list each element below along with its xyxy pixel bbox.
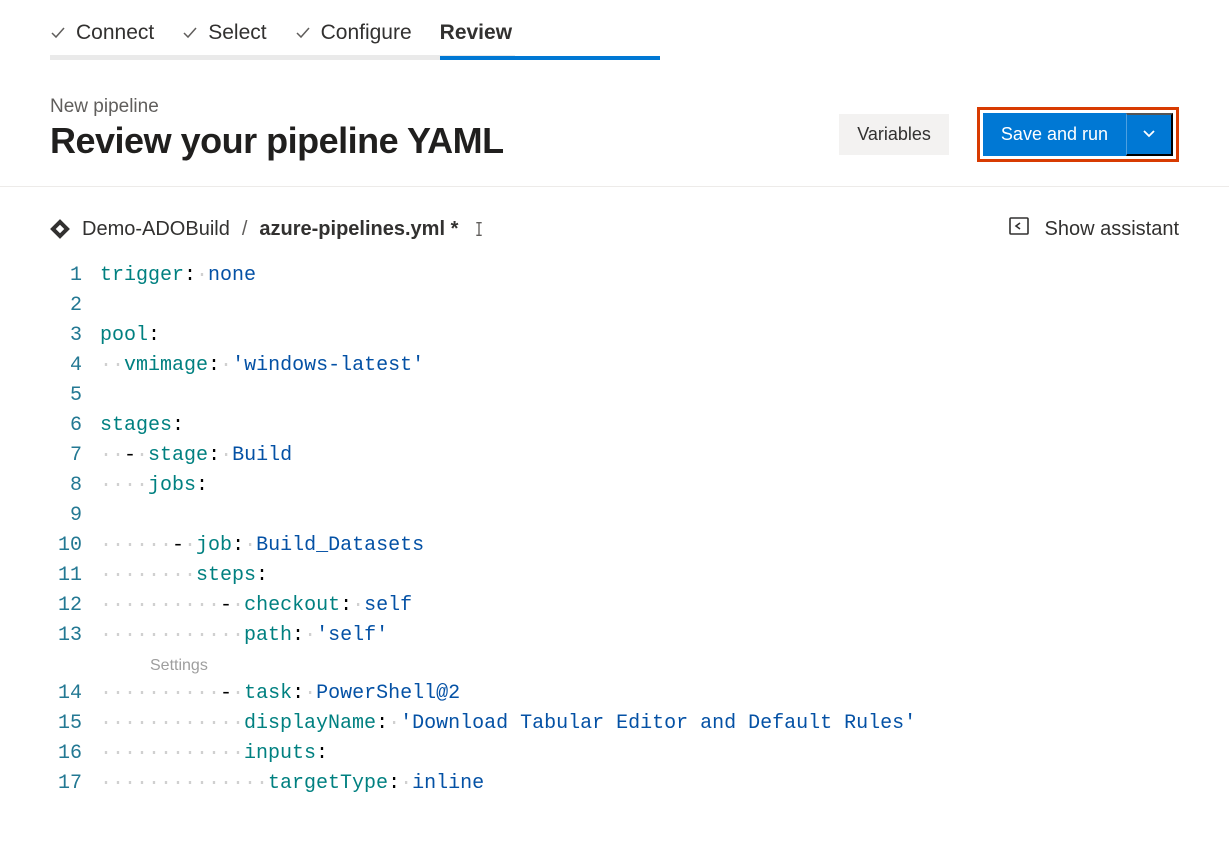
line-number: 8 (50, 471, 100, 501)
code-content[interactable]: ··········-·task:·PowerShell@2 (100, 679, 460, 709)
breadcrumb-separator: / (242, 218, 248, 241)
line-number: 1 (50, 261, 100, 291)
step-configure[interactable]: Configure (295, 0, 412, 60)
show-assistant-label: Show assistant (1044, 218, 1179, 241)
code-content[interactable]: ··········-·checkout:·self (100, 591, 412, 621)
line-number: 14 (50, 679, 100, 709)
code-content[interactable]: ············displayName:·'Download Tabul… (100, 709, 916, 739)
code-content[interactable]: ····jobs: (100, 471, 208, 501)
step-select[interactable]: Select (182, 0, 266, 60)
line-number: 9 (50, 501, 100, 531)
code-line[interactable]: 3pool: (50, 321, 1179, 351)
code-line[interactable]: 7··-·stage:·Build (50, 441, 1179, 471)
code-content[interactable]: ··vmimage:·'windows-latest' (100, 351, 424, 381)
check-icon (295, 25, 311, 41)
save-and-run-group: Save and run (977, 107, 1179, 162)
step-label: Review (440, 21, 512, 45)
code-line[interactable]: 8····jobs: (50, 471, 1179, 501)
line-number: 13 (50, 621, 100, 651)
code-content[interactable]: ············path:·'self' (100, 621, 388, 651)
code-line[interactable]: 2 (50, 291, 1179, 321)
save-and-run-button[interactable]: Save and run (983, 113, 1126, 156)
breadcrumb-file[interactable]: azure-pipelines.yml * (259, 218, 458, 241)
line-number: 15 (50, 709, 100, 739)
code-content[interactable]: ··-·stage:·Build (100, 441, 292, 471)
save-and-run-dropdown-button[interactable] (1126, 113, 1173, 156)
code-line[interactable]: 17··············targetType:·inline (50, 769, 1179, 799)
code-line[interactable]: 10······-·job:·Build_Datasets (50, 531, 1179, 561)
line-number: 2 (50, 291, 100, 321)
code-line[interactable]: 14··········-·task:·PowerShell@2 (50, 679, 1179, 709)
step-connect[interactable]: Connect (50, 0, 154, 60)
code-line[interactable]: 15············displayName:·'Download Tab… (50, 709, 1179, 739)
code-line[interactable]: 12··········-·checkout:·self (50, 591, 1179, 621)
page-header: New pipeline Review your pipeline YAML V… (0, 60, 1229, 187)
line-number: 4 (50, 351, 100, 381)
line-number: 10 (50, 531, 100, 561)
line-number: 11 (50, 561, 100, 591)
settings-code-lens[interactable]: Settings (150, 651, 208, 681)
code-line[interactable]: 11········steps: (50, 561, 1179, 591)
code-line[interactable]: 13············path:·'self' (50, 621, 1179, 651)
code-line[interactable]: 1trigger:·none (50, 261, 1179, 291)
variables-button[interactable]: Variables (839, 114, 949, 155)
code-line[interactable]: 9 (50, 501, 1179, 531)
wizard-steps: Connect Select Configure Review (0, 0, 1229, 60)
code-content[interactable]: ······-·job:·Build_Datasets (100, 531, 424, 561)
code-content[interactable]: ············inputs: (100, 739, 328, 769)
file-header-row: Demo-ADOBuild / azure-pipelines.yml * Sh… (0, 187, 1229, 261)
page-subtitle: New pipeline (50, 96, 504, 118)
step-label: Select (208, 21, 266, 45)
code-content[interactable]: ········steps: (100, 561, 268, 591)
code-content[interactable]: stages: (100, 411, 184, 441)
code-line[interactable]: 16············inputs: (50, 739, 1179, 769)
panel-collapse-icon (1008, 215, 1030, 243)
step-label: Connect (76, 21, 154, 45)
line-number: 17 (50, 769, 100, 799)
repo-icon (50, 218, 70, 241)
step-review[interactable]: Review (440, 0, 512, 60)
code-lens-row: Settings (50, 651, 1179, 679)
check-icon (182, 25, 198, 41)
step-underline (440, 56, 660, 60)
chevron-down-icon (1141, 125, 1157, 144)
line-number: 16 (50, 739, 100, 769)
yaml-editor[interactable]: 1trigger:·none23pool:4··vmimage:·'window… (0, 261, 1229, 799)
code-line[interactable]: 5 (50, 381, 1179, 411)
code-line[interactable]: 4··vmimage:·'windows-latest' (50, 351, 1179, 381)
step-label: Configure (321, 21, 412, 45)
breadcrumb: Demo-ADOBuild / azure-pipelines.yml * (50, 218, 488, 241)
code-content[interactable]: trigger:·none (100, 261, 256, 291)
line-number: 3 (50, 321, 100, 351)
line-number: 7 (50, 441, 100, 471)
check-icon (50, 25, 66, 41)
line-number: 12 (50, 591, 100, 621)
breadcrumb-repo[interactable]: Demo-ADOBuild (82, 218, 230, 241)
line-number: 6 (50, 411, 100, 441)
show-assistant-toggle[interactable]: Show assistant (1008, 215, 1179, 243)
line-number: 5 (50, 381, 100, 411)
code-content[interactable]: pool: (100, 321, 160, 351)
code-line[interactable]: 6stages: (50, 411, 1179, 441)
rename-icon[interactable] (470, 218, 488, 241)
code-content[interactable]: ··············targetType:·inline (100, 769, 484, 799)
page-title: Review your pipeline YAML (50, 120, 504, 162)
